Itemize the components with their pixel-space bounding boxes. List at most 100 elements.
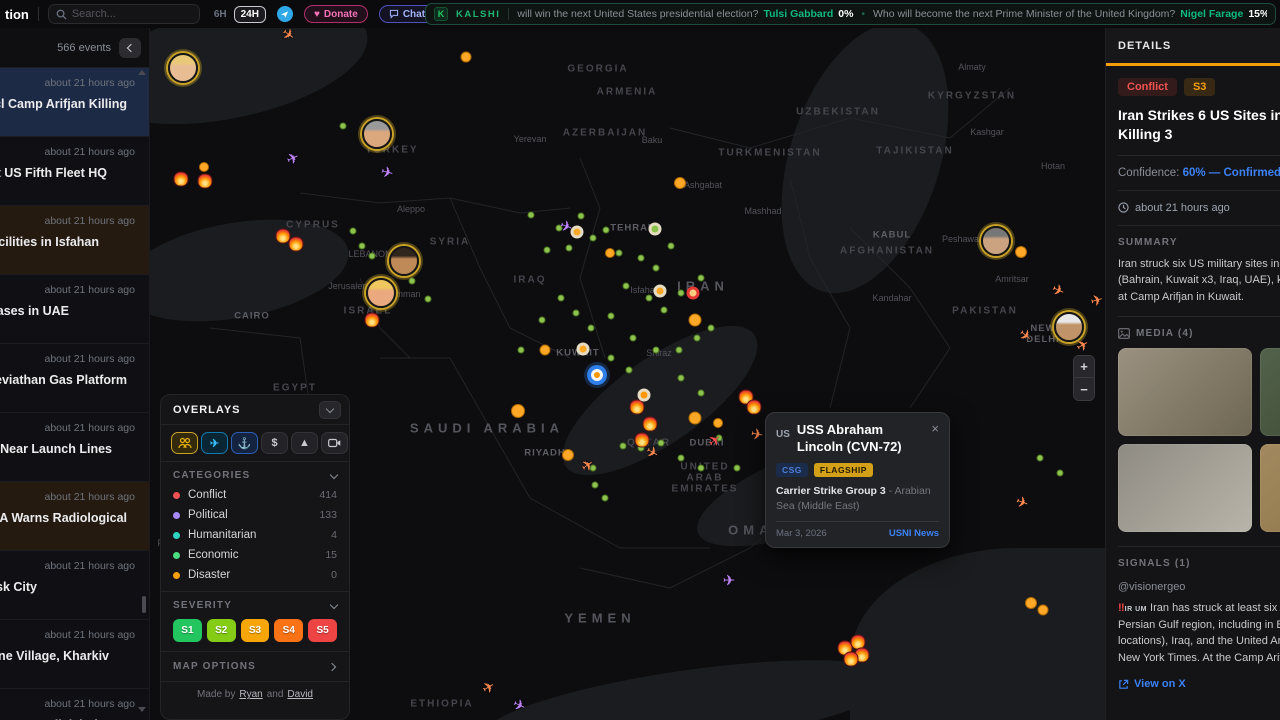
map-marker-green-dot[interactable] — [558, 295, 565, 302]
map-marker-green-dot[interactable] — [409, 278, 416, 285]
close-icon[interactable]: × — [931, 422, 939, 456]
map-marker-orange-dot[interactable] — [689, 314, 702, 327]
map-marker-green-dot[interactable] — [340, 123, 347, 130]
severity-button-s4[interactable]: S4 — [274, 619, 303, 642]
map-marker-fire-icon[interactable] — [630, 400, 645, 415]
map-marker-fire-icon[interactable] — [643, 417, 658, 432]
map-marker-ringed[interactable] — [649, 223, 662, 236]
map-marker-green-dot[interactable] — [566, 245, 573, 252]
map-marker-green-dot[interactable] — [592, 482, 599, 489]
map-marker-green-dot[interactable] — [603, 227, 610, 234]
ticker-item[interactable]: will win the next United States presiden… — [517, 8, 853, 20]
map-options-row[interactable]: MAP OPTIONS — [161, 651, 349, 681]
map-marker-green-dot[interactable] — [698, 390, 705, 397]
map-marker-green-dot[interactable] — [678, 290, 685, 297]
media-thumb[interactable] — [1260, 348, 1280, 436]
media-thumb[interactable] — [1118, 348, 1252, 436]
map-marker-orange-dot[interactable] — [461, 52, 472, 63]
map-marker-green-dot[interactable] — [1037, 455, 1044, 462]
map-marker-green-dot[interactable] — [590, 235, 597, 242]
map-marker-green-dot[interactable] — [661, 307, 668, 314]
map-marker-fire-icon[interactable] — [635, 433, 650, 448]
map-marker-ringed[interactable] — [638, 389, 651, 402]
map-marker-green-dot[interactable] — [623, 283, 630, 290]
categories-header[interactable]: CATEGORIES — [161, 462, 349, 485]
david-link[interactable]: David — [287, 689, 313, 700]
range-24h-button[interactable]: 24H — [234, 6, 266, 23]
category-row[interactable]: Economic15 — [161, 545, 349, 565]
severity-button-s5[interactable]: S5 — [308, 619, 337, 642]
event-item[interactable]: about 21 hours agoShut Leviathan Gas Pla… — [0, 344, 149, 413]
media-thumb[interactable] — [1118, 444, 1252, 532]
zoom-in-button[interactable]: + — [1074, 356, 1094, 378]
map-marker-leader-avatar[interactable] — [366, 278, 396, 308]
map-marker-leader-avatar[interactable] — [389, 246, 419, 276]
popup-source-link[interactable]: USNI News — [889, 528, 939, 539]
map-marker-orange-dot[interactable] — [1038, 605, 1049, 616]
map-marker-green-dot[interactable] — [708, 325, 715, 332]
map-marker-green-dot[interactable] — [694, 335, 701, 342]
map-marker-green-dot[interactable] — [425, 296, 432, 303]
event-item[interactable]: about 21 hours agooyed at US Fifth Fleet… — [0, 137, 149, 206]
map-marker-fire-icon[interactable] — [198, 174, 213, 189]
map-marker-leader-avatar[interactable] — [981, 226, 1011, 256]
category-row[interactable]: Conflict414 — [161, 485, 349, 505]
toggle-video-layer[interactable] — [321, 432, 348, 454]
zoom-out-button[interactable]: − — [1074, 378, 1094, 400]
range-6h-button[interactable]: 6H — [214, 9, 227, 20]
scroll-up-icon[interactable] — [138, 70, 146, 75]
map-marker-orange-dot[interactable] — [540, 345, 551, 356]
sidebar-scrollbar[interactable] — [142, 596, 146, 613]
map-marker-aircraft-icon[interactable]: ✈ — [723, 574, 736, 589]
map-marker-green-dot[interactable] — [602, 495, 609, 502]
toggle-disaster-layer[interactable]: ▲ — [291, 432, 318, 454]
map-marker-green-dot[interactable] — [653, 347, 660, 354]
map-marker-green-dot[interactable] — [646, 295, 653, 302]
map-marker-green-dot[interactable] — [620, 443, 627, 450]
map-marker-green-dot[interactable] — [653, 265, 660, 272]
map-marker-fire-icon[interactable] — [747, 400, 762, 415]
telegram-button[interactable] — [277, 6, 293, 22]
search-input[interactable] — [72, 8, 182, 20]
map-marker-green-dot[interactable] — [518, 347, 525, 354]
map-marker-green-dot[interactable] — [638, 255, 645, 262]
map-marker-ringed[interactable] — [654, 285, 667, 298]
sidebar-collapse-button[interactable] — [119, 38, 141, 58]
map-marker-ringed[interactable] — [577, 343, 590, 356]
toggle-aircraft-layer[interactable]: ✈ — [201, 432, 228, 454]
map-marker-green-dot[interactable] — [539, 317, 546, 324]
toggle-economic-layer[interactable]: $ — [261, 432, 288, 454]
map-marker-orange-dot[interactable] — [1015, 246, 1027, 258]
severity-button-s2[interactable]: S2 — [207, 619, 236, 642]
map-canvas[interactable]: GEORGIAARMENIAAZERBAIJANBakuYerevanTURKE… — [150, 28, 1105, 720]
map-marker-green-dot[interactable] — [544, 247, 551, 254]
event-item[interactable]: about 21 hours agom Bases in UAE — [0, 275, 149, 344]
map-marker-orange-dot[interactable] — [689, 412, 702, 425]
event-item[interactable]: about 21 hours agoHit, IAEA Warns Radiol… — [0, 482, 149, 551]
map-marker-leader-avatar[interactable] — [168, 53, 198, 83]
map-marker-green-dot[interactable] — [369, 253, 376, 260]
map-marker-green-dot[interactable] — [616, 250, 623, 257]
event-item[interactable]: about 21 hours agofor Base, Judicial Sit… — [0, 689, 149, 720]
map-marker-green-dot[interactable] — [668, 243, 675, 250]
map-marker-orange-dot[interactable] — [1025, 597, 1037, 609]
map-marker-orange-dot[interactable] — [199, 162, 209, 172]
map-marker-green-dot[interactable] — [588, 325, 595, 332]
ticker-item[interactable]: Who will become the next Prime Minister … — [873, 8, 1267, 20]
map-marker-green-dot[interactable] — [359, 243, 366, 250]
map-marker-leader-avatar[interactable] — [362, 119, 392, 149]
scroll-down-icon[interactable] — [138, 707, 146, 712]
map-marker-orange-dot[interactable] — [713, 418, 723, 428]
map-marker-green-dot[interactable] — [678, 455, 685, 462]
map-marker-green-dot[interactable] — [573, 310, 580, 317]
overlays-collapse-button[interactable] — [319, 401, 341, 419]
map-marker-green-dot[interactable] — [698, 465, 705, 472]
category-row[interactable]: Political133 — [161, 505, 349, 525]
ryan-link[interactable]: Ryan — [239, 689, 262, 700]
map-marker-selected[interactable] — [591, 369, 603, 381]
map-marker-green-dot[interactable] — [630, 335, 637, 342]
search-box[interactable] — [48, 4, 200, 24]
map-marker-fire-icon[interactable] — [365, 313, 380, 328]
map-marker-green-dot[interactable] — [578, 213, 585, 220]
severity-button-s3[interactable]: S3 — [241, 619, 270, 642]
